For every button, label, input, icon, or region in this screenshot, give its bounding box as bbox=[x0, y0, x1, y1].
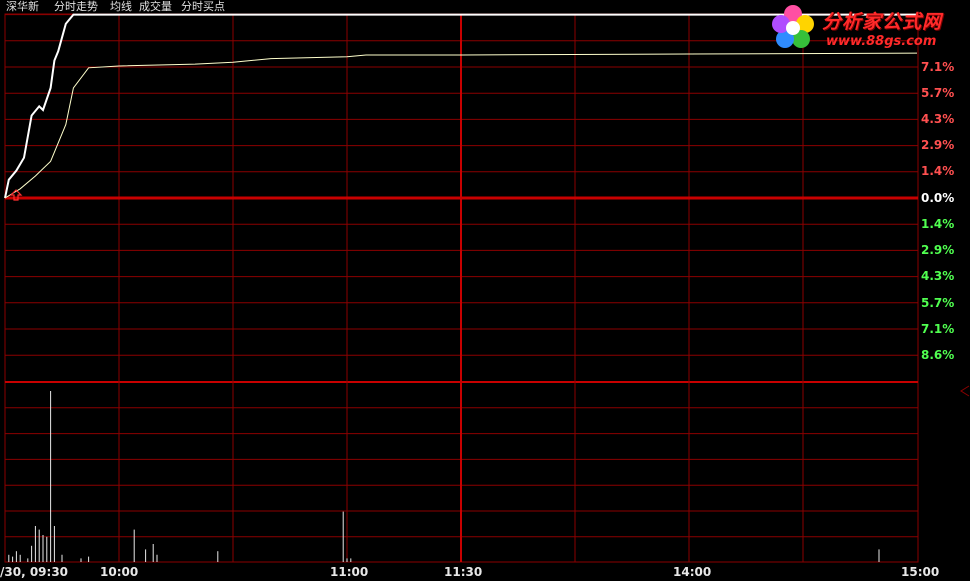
y-label-down-2: 2.9% bbox=[921, 243, 955, 257]
stock-name: 深华新 bbox=[6, 0, 39, 13]
x-label-1100: 11:00 bbox=[330, 565, 369, 579]
y-label-down-3: 4.3% bbox=[921, 269, 955, 283]
x-label-0930: /30, 09:30 bbox=[0, 565, 69, 579]
y-label-up-2: 5.7% bbox=[921, 86, 955, 100]
y-label-zero: 0.0% bbox=[921, 191, 955, 205]
menu-buy-point[interactable]: 分时买点 bbox=[181, 0, 225, 14]
y-label-down-5: 7.1% bbox=[921, 322, 955, 336]
site-name: 分析家公式网 bbox=[822, 11, 943, 33]
flower-logo-icon bbox=[772, 5, 814, 48]
site-url: www.88gs.com bbox=[826, 34, 937, 49]
x-label-1400: 14:00 bbox=[673, 565, 712, 579]
y-label-down-4: 5.7% bbox=[921, 296, 955, 310]
x-label-1000: 10:00 bbox=[100, 565, 139, 579]
y-label-up-3: 4.3% bbox=[921, 112, 955, 126]
y-label-up-1: 7.1% bbox=[921, 60, 955, 74]
y-label-down-6: 8.6% bbox=[921, 348, 955, 362]
y-label-up-4: 2.9% bbox=[921, 138, 955, 152]
site-logo: 分析家公式网 www.88gs.com bbox=[768, 2, 968, 56]
y-label-up-5: 1.4% bbox=[921, 164, 955, 178]
menu-average-line[interactable]: 均线 bbox=[110, 0, 132, 14]
x-label-1500: 15:00 bbox=[901, 565, 940, 579]
right-edge-arrow bbox=[960, 385, 970, 397]
y-label-down-1: 1.4% bbox=[921, 217, 955, 231]
menu-volume[interactable]: 成交量 bbox=[139, 0, 172, 14]
intraday-chart[interactable] bbox=[0, 0, 970, 581]
chart-grid bbox=[4, 13, 919, 563]
menu-intraday-trend[interactable]: 分时走势 bbox=[54, 0, 98, 14]
x-label-1130: 11:30 bbox=[444, 565, 483, 579]
